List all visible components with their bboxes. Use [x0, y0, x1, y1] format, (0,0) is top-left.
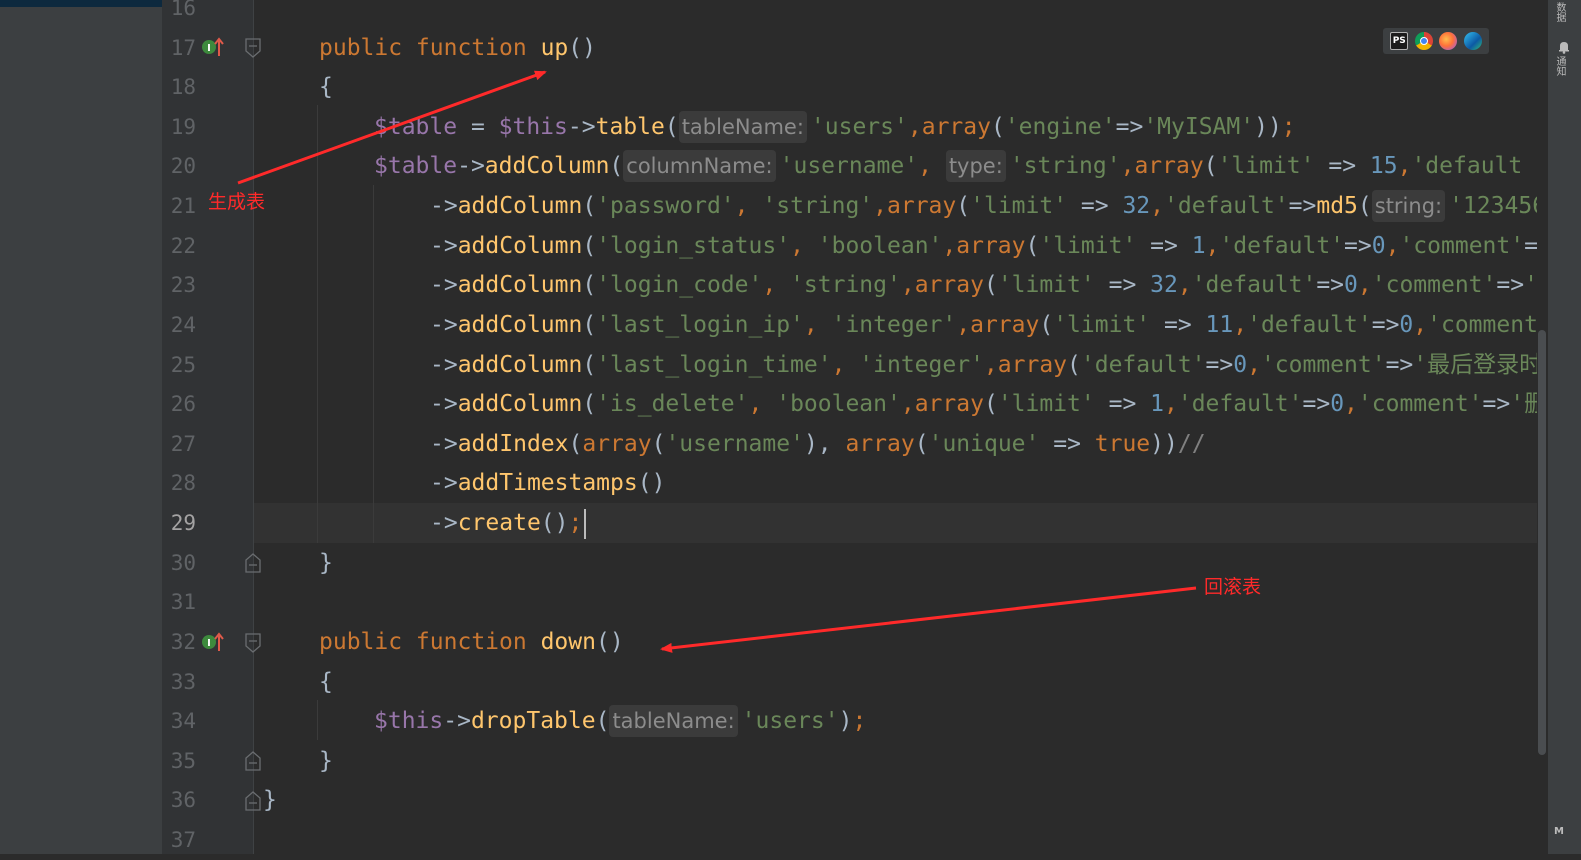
line-number: 23 [170, 273, 196, 297]
edge-icon[interactable] [1463, 32, 1482, 50]
line-number: 26 [170, 392, 196, 416]
svg-text:I: I [207, 43, 211, 54]
maven-tool-label[interactable]: M [1554, 826, 1564, 837]
code-line-36[interactable]: } [263, 780, 277, 820]
indent-guide [317, 105, 318, 543]
code-line-20[interactable]: $table->addColumn(columnName:'username',… [374, 146, 1522, 186]
line-number: 19 [170, 115, 196, 139]
line-number: 16 [170, 0, 196, 20]
line-number: 18 [170, 75, 196, 99]
fold-collapse-icon[interactable] [243, 632, 263, 654]
line-number: 20 [170, 154, 196, 178]
implements-method-icon[interactable]: I [200, 630, 224, 654]
code-line-21[interactable]: ->addColumn('password', 'string',array('… [430, 186, 1546, 226]
line-number-current: 29 [170, 511, 196, 535]
param-hint: tableName: [609, 705, 738, 737]
scrollbar-thumb[interactable] [1538, 330, 1546, 755]
code-line-32[interactable]: public function down() [319, 622, 624, 662]
code-line-30[interactable]: } [319, 543, 333, 583]
fold-end-icon[interactable] [243, 750, 263, 772]
line-number: 31 [170, 590, 196, 614]
line-number: 37 [170, 828, 196, 852]
bell-icon[interactable] [1557, 40, 1571, 54]
fold-end-icon[interactable] [243, 790, 263, 812]
code-line-33[interactable]: { [319, 662, 333, 702]
project-panel [0, 0, 162, 854]
line-number: 22 [170, 234, 196, 258]
indent-guide [373, 185, 374, 543]
database-tool-label[interactable]: 数据 [1552, 2, 1567, 22]
code-line-23[interactable]: ->addColumn('login_code', 'string',array… [430, 265, 1561, 305]
param-hint: columnName: [623, 150, 776, 182]
line-number: 32 [170, 630, 196, 654]
code-line-35[interactable]: } [319, 741, 333, 781]
param-hint: type: [945, 150, 1006, 182]
code-line-27[interactable]: ->addIndex(array('username'), array('uni… [430, 424, 1206, 464]
code-line-18[interactable]: { [319, 67, 333, 107]
line-number: 27 [170, 432, 196, 456]
param-hint: tableName: [678, 111, 807, 143]
line-number: 25 [170, 353, 196, 377]
code-line-28[interactable]: ->addTimestamps() [430, 463, 665, 503]
code-line-29[interactable]: ->create(); [430, 503, 587, 543]
line-number: 28 [170, 471, 196, 495]
annotation-rollback-table: 回滚表 [1204, 576, 1262, 598]
code-line-25[interactable]: ->addColumn('last_login_time', 'integer'… [430, 345, 1542, 385]
line-number: 33 [170, 670, 196, 694]
code-line-17[interactable]: public function up() [319, 28, 596, 68]
code-line-19[interactable]: $table = $this->table(tableName:'users',… [374, 107, 1296, 147]
firefox-icon[interactable] [1439, 32, 1458, 50]
fold-collapse-icon[interactable] [243, 37, 263, 59]
selected-item-strip [0, 0, 162, 7]
line-number: 24 [170, 313, 196, 337]
indent-guide [317, 700, 318, 740]
line-number: 35 [170, 749, 196, 773]
text-cursor [584, 508, 587, 539]
line-number: 30 [170, 551, 196, 575]
phpstorm-icon[interactable]: PS [1390, 32, 1409, 50]
notifications-tool-label[interactable]: 通知 [1552, 56, 1567, 76]
line-number: 21 [170, 194, 196, 218]
chrome-icon[interactable] [1414, 32, 1433, 50]
right-tool-strip: 数据 通知 M [1548, 0, 1581, 854]
line-number: 34 [170, 709, 196, 733]
implements-method-icon[interactable]: I [200, 35, 224, 59]
fold-end-icon[interactable] [243, 552, 263, 574]
param-hint: string: [1371, 190, 1446, 222]
code-line-22[interactable]: ->addColumn('login_status', 'boolean',ar… [430, 226, 1552, 266]
code-line-26[interactable]: ->addColumn('is_delete', 'boolean',array… [430, 384, 1547, 424]
line-number: 17 [170, 36, 196, 60]
code-line-34[interactable]: $this->dropTable(tableName:'users'); [374, 701, 866, 741]
line-number: 36 [170, 788, 196, 812]
code-line-24[interactable]: ->addColumn('last_login_ip', 'integer',a… [430, 305, 1538, 345]
browser-preview-bar: PS [1383, 28, 1489, 54]
svg-text:I: I [207, 638, 211, 649]
annotation-create-table: 生成表 [208, 191, 266, 213]
